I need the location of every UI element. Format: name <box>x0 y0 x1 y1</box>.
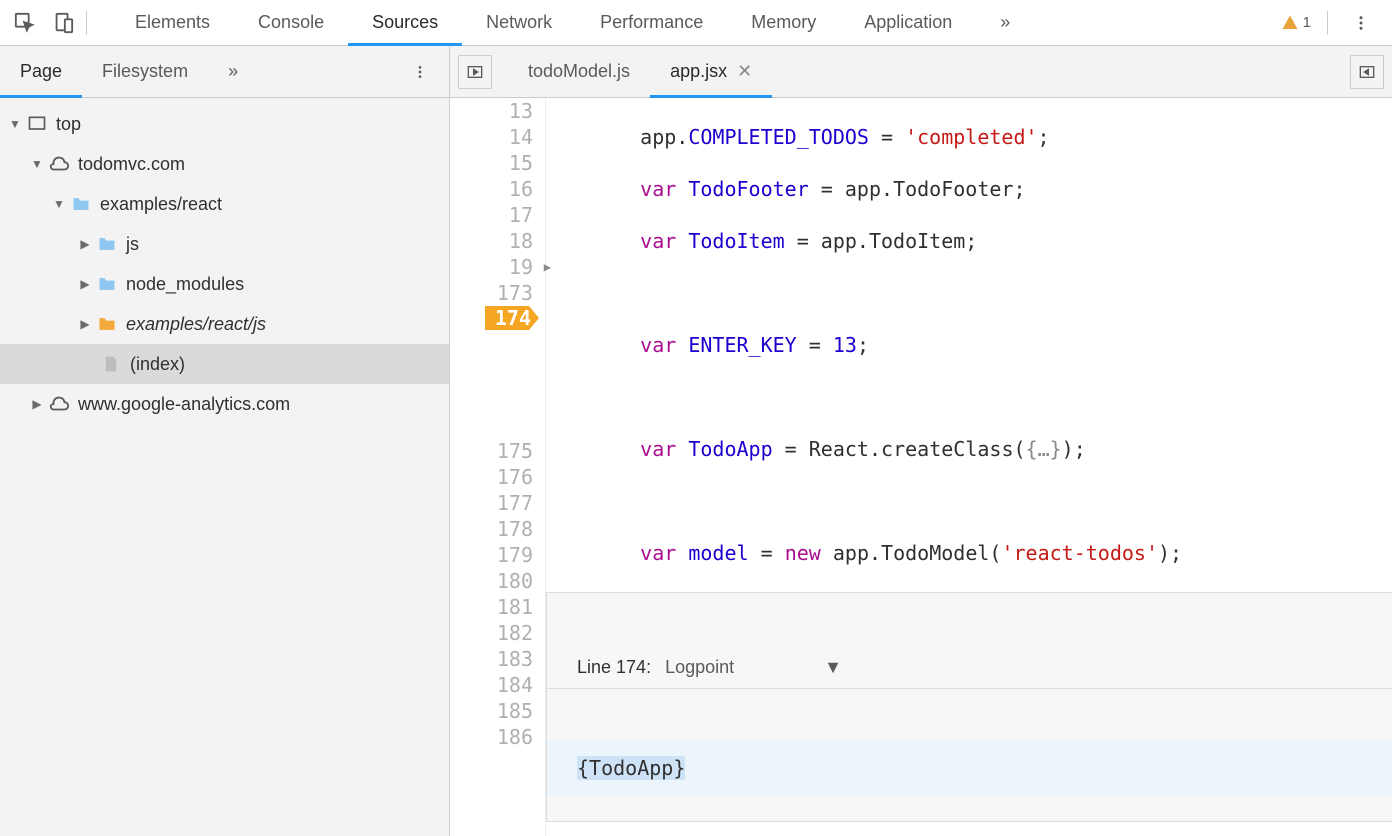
file-tab-app[interactable]: app.jsx ✕ <box>650 46 772 98</box>
tree-label: js <box>126 234 139 255</box>
tree-label: www.google-analytics.com <box>78 394 290 415</box>
close-icon[interactable]: ✕ <box>737 61 752 82</box>
tab-console[interactable]: Console <box>234 0 348 46</box>
warnings-count: 1 <box>1303 14 1311 31</box>
tab-application[interactable]: Application <box>840 0 976 46</box>
tree-top[interactable]: ▼ top <box>0 104 449 144</box>
tab-memory[interactable]: Memory <box>727 0 840 46</box>
panel-tabs: Elements Console Sources Network Perform… <box>111 0 1034 46</box>
code-content[interactable]: app.COMPLETED_TODOS = 'completed'; var T… <box>546 98 1392 836</box>
tree-folder[interactable]: ▶ node_modules <box>0 264 449 304</box>
logpoint-editor: Line 174: Logpoint▼ {TodoApp} <box>546 592 1392 822</box>
chevron-right-icon: ▶ <box>30 397 44 411</box>
folder-icon <box>70 193 92 215</box>
tab-performance[interactable]: Performance <box>576 0 727 46</box>
navigator-sidebar: Page Filesystem » ▼ top ▼ todomvc.com ▼ <box>0 46 450 836</box>
file-tab-label: todoModel.js <box>528 61 630 82</box>
tree-label: examples/react <box>100 194 222 215</box>
logpoint-line-label: Line 174: <box>577 654 651 680</box>
logpoint-type-select[interactable]: Logpoint▼ <box>665 654 842 680</box>
tab-sources[interactable]: Sources <box>348 0 462 46</box>
logpoint-marker[interactable]: 174 <box>485 306 539 330</box>
tree-label: node_modules <box>126 274 244 295</box>
toggle-debugger-icon[interactable] <box>1350 55 1384 89</box>
tree-domain[interactable]: ▶ www.google-analytics.com <box>0 384 449 424</box>
chevron-down-icon: ▼ <box>824 654 842 680</box>
tree-folder[interactable]: ▶ examples/react/js <box>0 304 449 344</box>
devtools-toolbar: Elements Console Sources Network Perform… <box>0 0 1392 46</box>
tabs-overflow[interactable]: » <box>976 0 1034 46</box>
separator <box>1327 11 1328 35</box>
sidebar-tabs-overflow[interactable]: » <box>208 46 258 98</box>
file-tab-todomodel[interactable]: todoModel.js <box>508 46 650 98</box>
tree-label: top <box>56 114 81 135</box>
cloud-icon <box>48 393 70 415</box>
tree-label: (index) <box>130 354 185 375</box>
editor-pane: todoModel.js app.jsx ✕ 13 14 15 16 17 <box>450 46 1392 836</box>
sidebar-tab-filesystem[interactable]: Filesystem <box>82 46 208 98</box>
tree-folder[interactable]: ▼ examples/react <box>0 184 449 224</box>
tab-network[interactable]: Network <box>462 0 576 46</box>
sidebar-tab-page[interactable]: Page <box>0 46 82 98</box>
tree-label: todomvc.com <box>78 154 185 175</box>
tab-elements[interactable]: Elements <box>111 0 234 46</box>
inspect-element-icon[interactable] <box>8 6 42 40</box>
warnings-badge[interactable]: 1 <box>1281 14 1311 32</box>
folder-icon <box>96 233 118 255</box>
frame-icon <box>26 113 48 135</box>
file-icon <box>100 353 122 375</box>
folder-icon <box>96 273 118 295</box>
folder-icon <box>96 313 118 335</box>
tree-file[interactable]: (index) <box>0 344 449 384</box>
logpoint-input[interactable]: {TodoApp} <box>547 741 1392 795</box>
device-toggle-icon[interactable] <box>46 6 80 40</box>
sidebar-more-icon[interactable] <box>403 55 437 89</box>
more-menu-icon[interactable] <box>1344 6 1378 40</box>
chevron-down-icon: ▼ <box>30 157 44 171</box>
chevron-right-icon: ▶ <box>78 317 92 331</box>
file-tab-label: app.jsx <box>670 61 727 82</box>
line-gutter[interactable]: 13 14 15 16 17 18 19▶ 173 174 175 176 17… <box>450 98 546 836</box>
tree-folder[interactable]: ▶ js <box>0 224 449 264</box>
chevron-down-icon: ▼ <box>8 117 22 131</box>
separator <box>86 11 87 35</box>
tree-domain[interactable]: ▼ todomvc.com <box>0 144 449 184</box>
file-tree: ▼ top ▼ todomvc.com ▼ examples/react ▶ j… <box>0 98 449 836</box>
tree-label: examples/react/js <box>126 314 266 335</box>
chevron-right-icon: ▶ <box>78 237 92 251</box>
chevron-right-icon: ▶ <box>78 277 92 291</box>
toggle-navigator-icon[interactable] <box>458 55 492 89</box>
cloud-icon <box>48 153 70 175</box>
chevron-down-icon: ▼ <box>52 197 66 211</box>
